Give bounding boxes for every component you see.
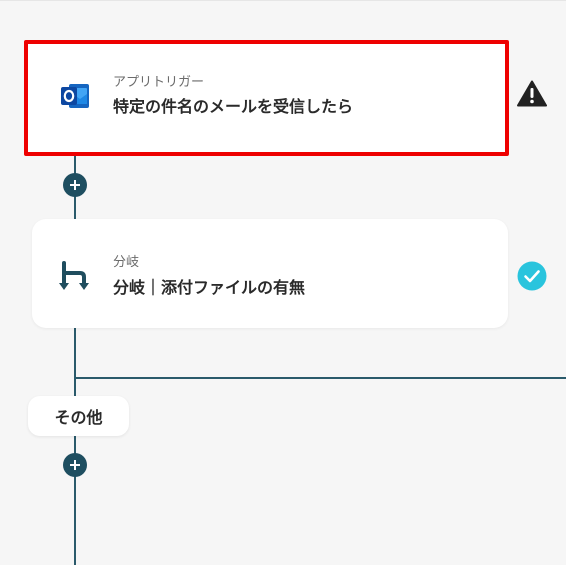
branch-connector-line <box>74 377 566 379</box>
add-step-button[interactable] <box>63 173 87 197</box>
plus-icon <box>70 460 80 470</box>
branch-other-label[interactable]: その他 <box>28 396 129 436</box>
connector-line <box>74 328 76 565</box>
check-icon <box>517 261 547 295</box>
plus-icon <box>70 180 80 190</box>
warning-icon <box>517 80 547 111</box>
step-title: 分岐｜添付ファイルの有無 <box>113 278 306 297</box>
branch-step-card[interactable]: 分岐 分岐｜添付ファイルの有無 <box>32 219 508 328</box>
branch-icon <box>58 259 92 293</box>
step-type-label: アプリトリガー <box>113 75 205 90</box>
trigger-step-card[interactable]: アプリトリガー 特定の件名のメールを受信したら <box>25 41 506 153</box>
add-step-button[interactable] <box>63 453 87 477</box>
step-type-label: 分岐 <box>113 255 140 270</box>
top-divider <box>0 0 566 1</box>
outlook-icon <box>59 81 91 111</box>
step-title: 特定の件名のメールを受信したら <box>113 97 354 116</box>
